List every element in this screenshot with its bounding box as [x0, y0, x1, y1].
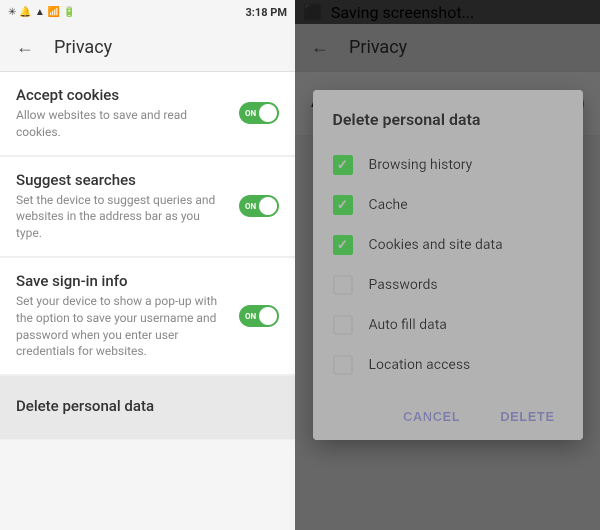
- settings-item-title-4: Delete personal data: [16, 397, 267, 415]
- cancel-button[interactable]: CANCEL: [387, 401, 476, 432]
- dialog-item-4[interactable]: Auto fill data: [313, 305, 583, 345]
- delete-button[interactable]: DELETE: [484, 401, 570, 432]
- checkbox-1[interactable]: ✓: [333, 195, 353, 215]
- toggle-on-label-3: ON: [245, 312, 256, 321]
- toggle-accept-cookies[interactable]: ON: [239, 102, 279, 124]
- checkbox-3[interactable]: [333, 275, 353, 295]
- toggle-on-label-1: ON: [245, 109, 256, 118]
- dialog-title: Delete personal data: [313, 110, 583, 145]
- settings-item-text-2: Suggest searches Set the device to sugge…: [16, 171, 239, 242]
- dialog-item-label-4: Auto fill data: [369, 317, 447, 333]
- dialog-item-label-2: Cookies and site data: [369, 237, 503, 253]
- signal-icon: ▲: [35, 7, 45, 18]
- settings-item-text-1: Accept cookies Allow websites to save an…: [16, 86, 239, 141]
- status-icons-left: ✳ 🔔 ▲ 📶 🔋: [8, 7, 76, 18]
- status-bar-left: ✳ 🔔 ▲ 📶 🔋 3:18 PM: [0, 0, 295, 24]
- settings-list: Accept cookies Allow websites to save an…: [0, 72, 295, 530]
- toggle-save-signin[interactable]: ON: [239, 305, 279, 327]
- left-panel: ✳ 🔔 ▲ 📶 🔋 3:18 PM ← Privacy Accept cooki…: [0, 0, 295, 530]
- dialog-item-label-5: Location access: [369, 357, 471, 373]
- checkbox-2[interactable]: ✓: [333, 235, 353, 255]
- page-title-left: Privacy: [54, 37, 112, 58]
- settings-item-desc-3: Set your device to show a pop-up with th…: [16, 293, 227, 360]
- settings-item-suggest-searches[interactable]: Suggest searches Set the device to sugge…: [0, 157, 295, 257]
- dialog-item-5[interactable]: Location access: [313, 345, 583, 385]
- toggle-switch-2[interactable]: ON: [239, 195, 279, 217]
- settings-item-title-2: Suggest searches: [16, 171, 227, 189]
- checkmark-1: ✓: [337, 199, 348, 212]
- battery-icon: 🔋: [63, 7, 75, 18]
- dialog-items: ✓ Browsing history ✓ Cache ✓ Cookies and site…: [313, 145, 583, 385]
- wifi-icon: 📶: [48, 7, 60, 18]
- settings-item-accept-cookies[interactable]: Accept cookies Allow websites to save an…: [0, 72, 295, 156]
- dialog-item-label-0: Browsing history: [369, 157, 473, 173]
- settings-item-desc-2: Set the device to suggest queries and we…: [16, 192, 227, 242]
- toggle-on-label-2: ON: [245, 202, 256, 211]
- toggle-knob-3: [259, 307, 277, 325]
- dialog-overlay: Delete personal data ✓ Browsing history ✓ C…: [295, 0, 600, 530]
- bluetooth-icon: ✳: [8, 7, 16, 18]
- toggle-switch-1[interactable]: ON: [239, 102, 279, 124]
- settings-item-save-signin[interactable]: Save sign-in info Set your device to sho…: [0, 258, 295, 375]
- delete-personal-data-dialog: Delete personal data ✓ Browsing history ✓ C…: [313, 90, 583, 440]
- back-button-left[interactable]: ←: [16, 37, 34, 58]
- settings-item-text-3: Save sign-in info Set your device to sho…: [16, 272, 239, 360]
- settings-item-delete-data[interactable]: Delete personal data: [0, 376, 295, 440]
- toggle-knob-2: [259, 197, 277, 215]
- dialog-item-label-3: Passwords: [369, 277, 438, 293]
- settings-item-title-1: Accept cookies: [16, 86, 227, 104]
- dialog-item-label-1: Cache: [369, 197, 408, 213]
- checkmark-2: ✓: [337, 239, 348, 252]
- status-time-left: 3:18 PM: [246, 6, 288, 19]
- notification-icon: 🔔: [19, 7, 31, 18]
- settings-item-desc-1: Allow websites to save and read cookies.: [16, 107, 227, 141]
- toggle-switch-3[interactable]: ON: [239, 305, 279, 327]
- dialog-item-3[interactable]: Passwords: [313, 265, 583, 305]
- dialog-buttons: CANCEL DELETE: [313, 389, 583, 440]
- toggle-suggest-searches[interactable]: ON: [239, 195, 279, 217]
- settings-item-text-4: Delete personal data: [16, 397, 279, 418]
- dialog-item-1[interactable]: ✓ Cache: [313, 185, 583, 225]
- top-bar-left: ← Privacy: [0, 24, 295, 72]
- checkmark-0: ✓: [337, 159, 348, 172]
- dialog-item-2[interactable]: ✓ Cookies and site data: [313, 225, 583, 265]
- checkbox-4[interactable]: [333, 315, 353, 335]
- checkbox-5[interactable]: [333, 355, 353, 375]
- settings-item-title-3: Save sign-in info: [16, 272, 227, 290]
- right-panel: ⬛ Saving screenshot... ← Privacy Accept …: [295, 0, 600, 530]
- checkbox-0[interactable]: ✓: [333, 155, 353, 175]
- dialog-item-0[interactable]: ✓ Browsing history: [313, 145, 583, 185]
- toggle-knob-1: [259, 104, 277, 122]
